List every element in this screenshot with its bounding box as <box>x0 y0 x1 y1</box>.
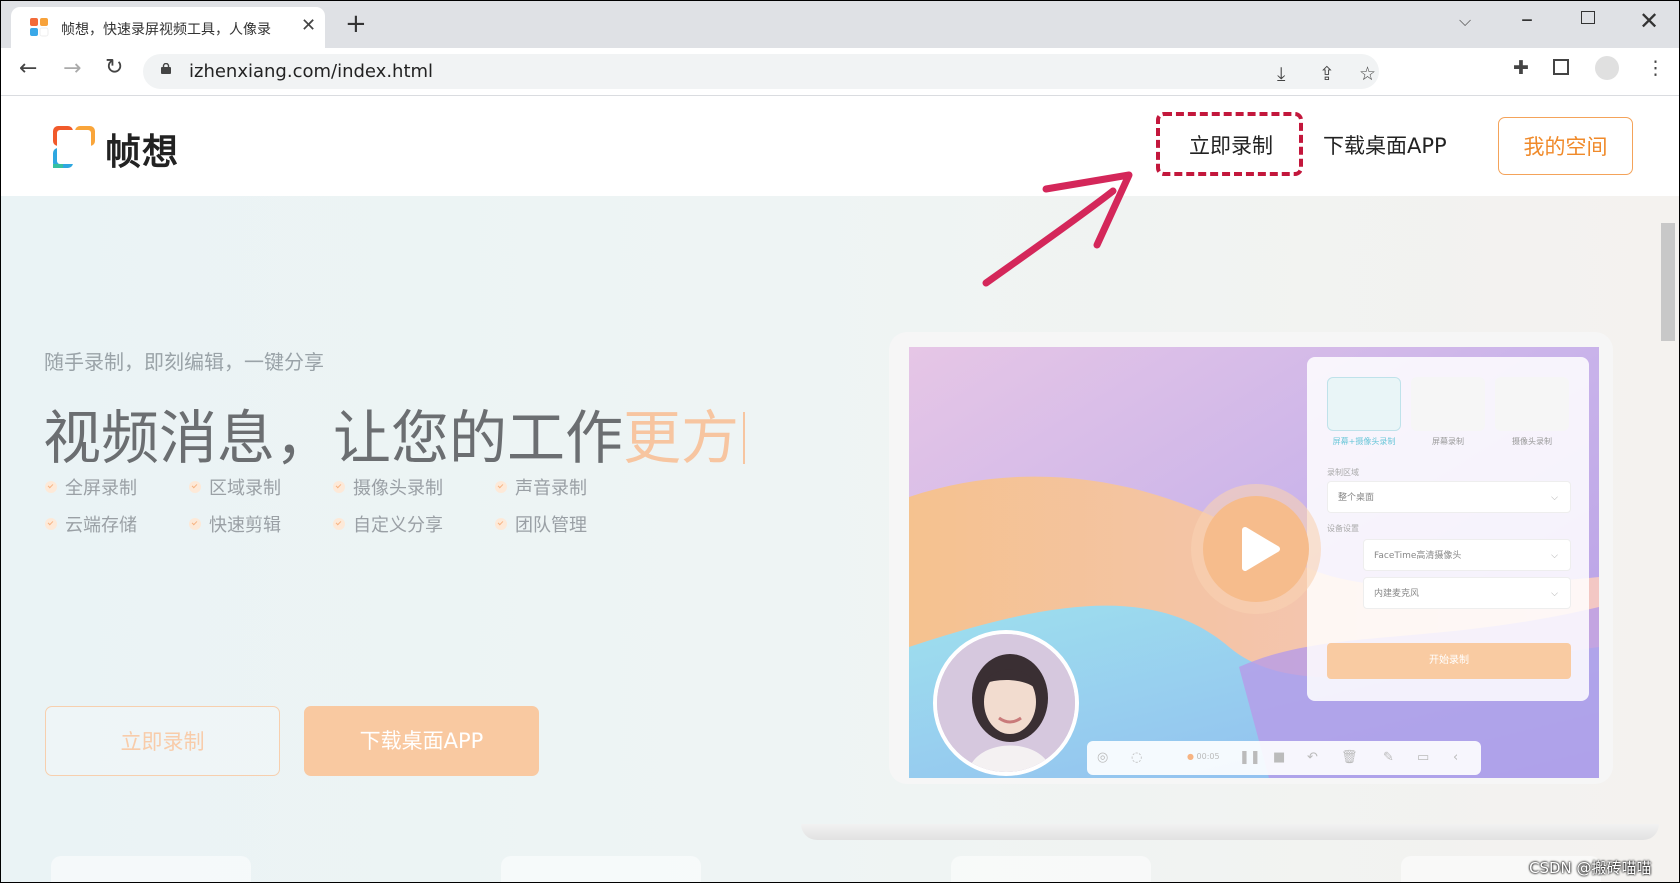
annotation-arrow <box>982 171 1133 287</box>
card <box>51 856 251 882</box>
page-scrollbar-thumb[interactable] <box>1661 223 1675 341</box>
bottom-cards-peek <box>51 856 1641 882</box>
card <box>501 856 701 882</box>
screenshot-frame: 帧想，快速录屏视频工具，人像录 ✕ + ⌵ – ✕ ← → ↻ izhenxia… <box>0 0 1680 883</box>
csdn-watermark: CSDN @搬砖喵喵 <box>1529 859 1652 877</box>
card <box>951 856 1151 882</box>
